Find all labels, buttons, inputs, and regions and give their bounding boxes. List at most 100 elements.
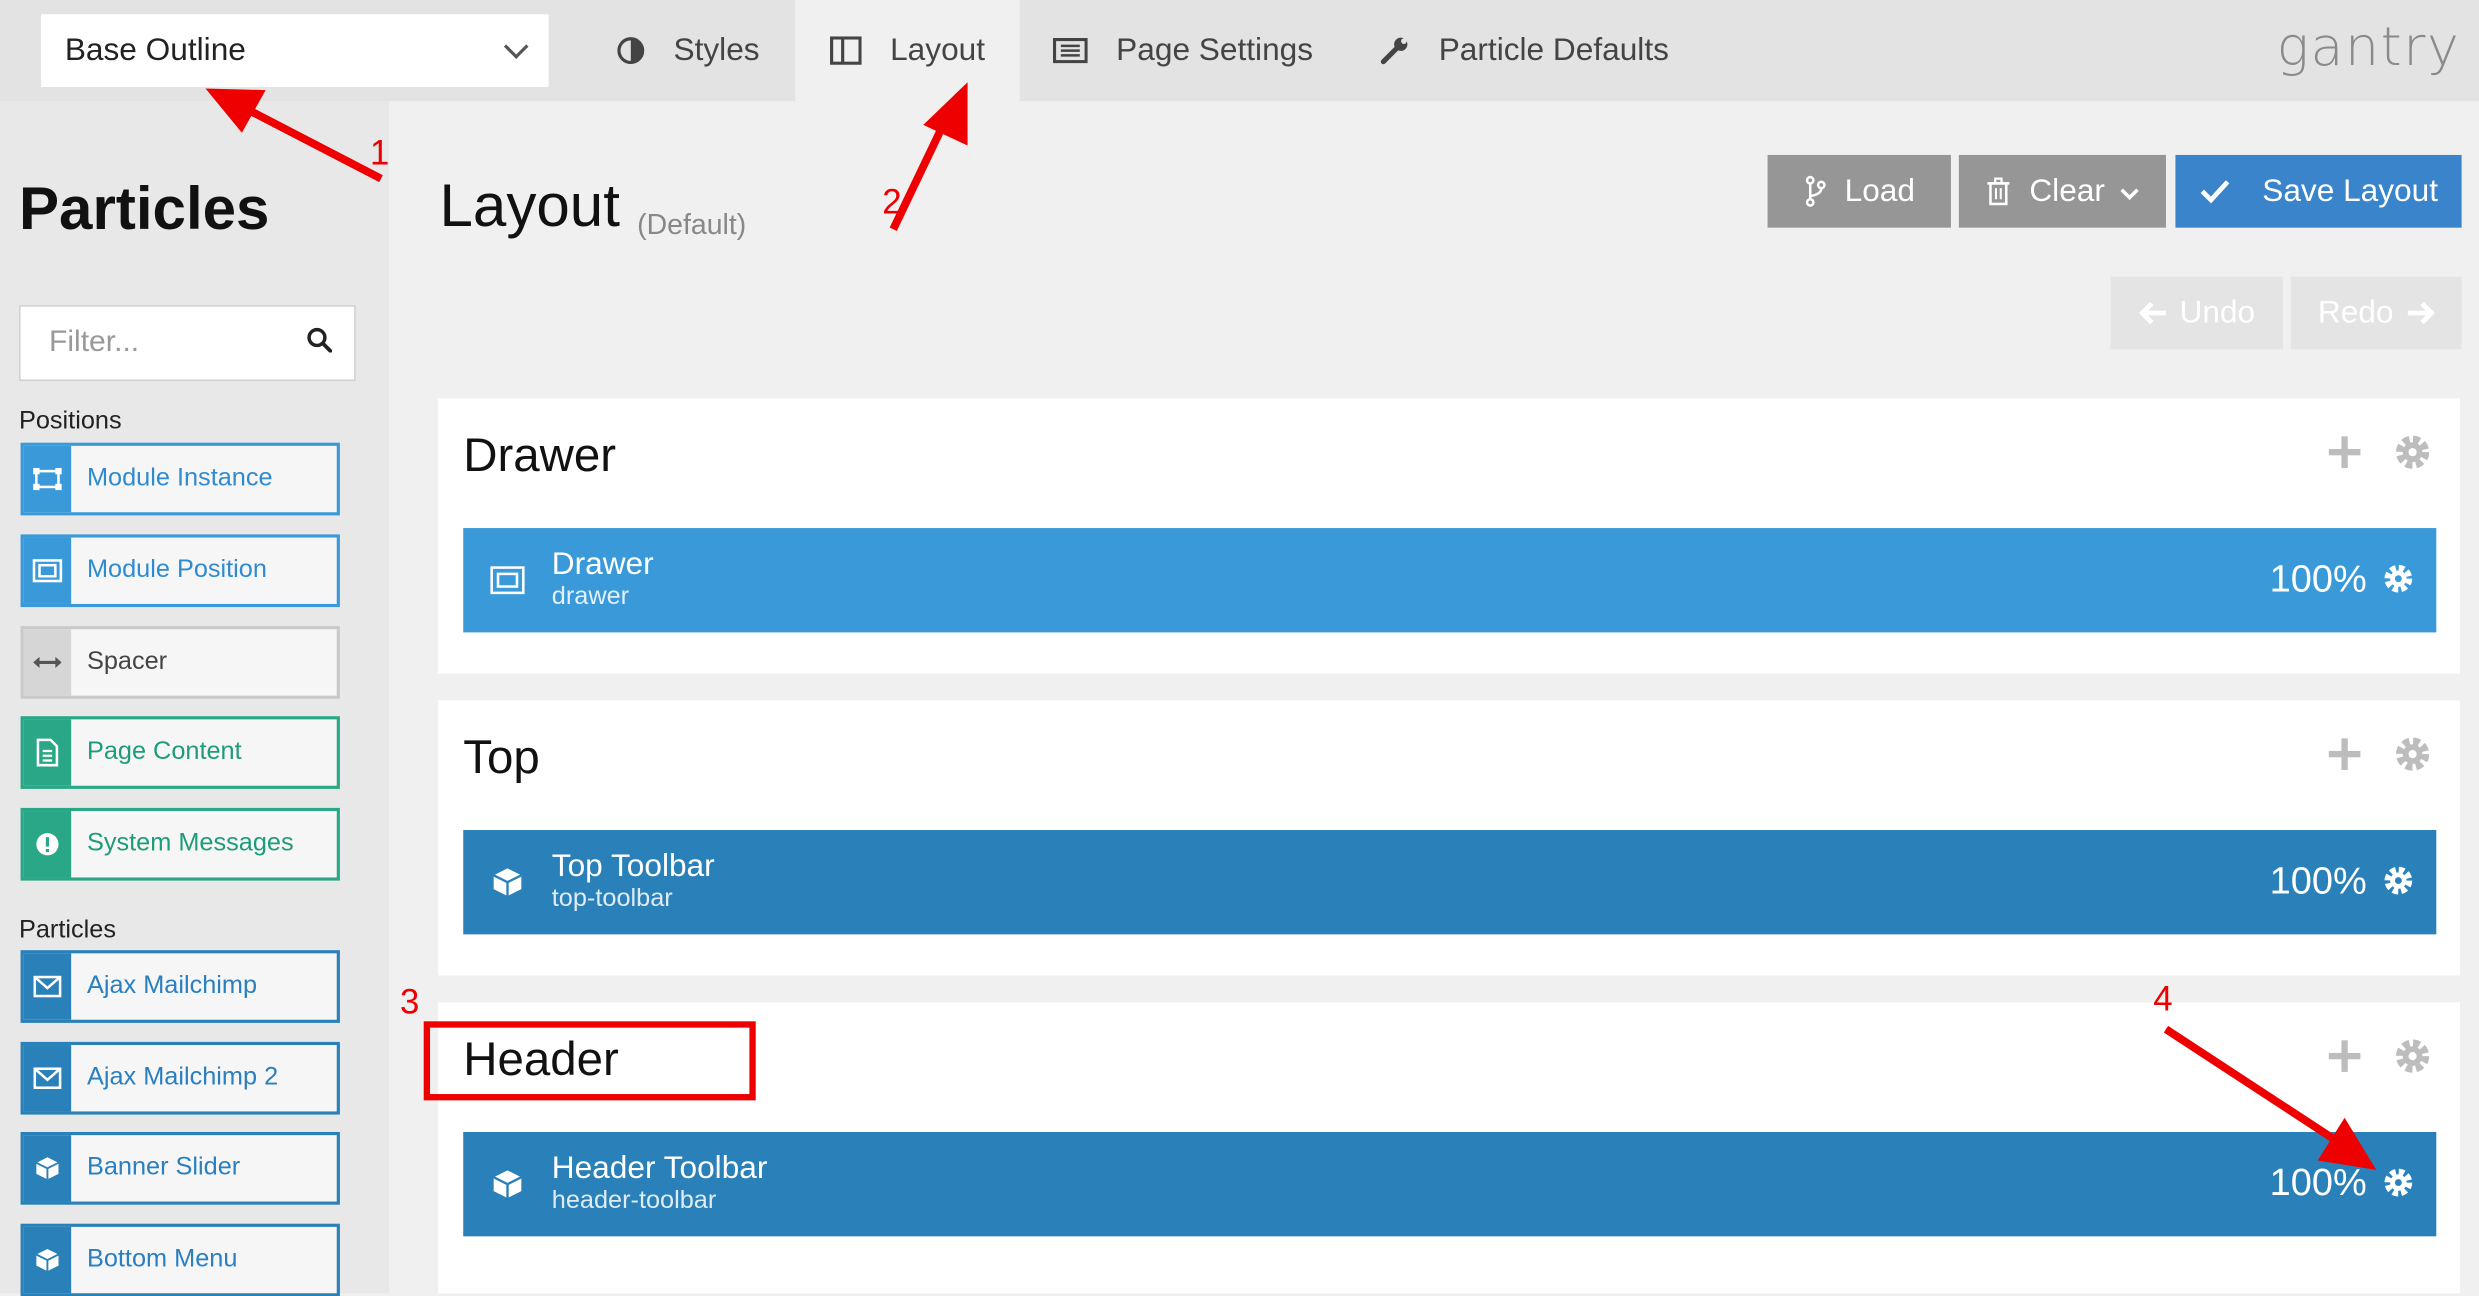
gear-icon[interactable] [2383, 563, 2415, 603]
particle-label: Spacer [86, 648, 168, 676]
gantry-logo: gantry [2276, 15, 2461, 80]
gear-icon[interactable] [2394, 735, 2432, 781]
particle-width-percent: 100% [2269, 558, 2367, 601]
annotation-number: 3 [399, 981, 420, 1022]
particle-spacer[interactable]: Spacer [20, 626, 340, 699]
particle-bar-top-toolbar[interactable]: Top Toolbar top-toolbar 100% [463, 830, 2437, 935]
chevron-down-icon [503, 33, 529, 59]
annotation-number: 4 [2153, 978, 2173, 1019]
particle-label: Bottom Menu [86, 1245, 238, 1273]
list-icon [1052, 37, 1088, 64]
plus-icon[interactable] [2327, 737, 2362, 780]
clear-button-label: Clear [2029, 173, 2105, 208]
particle-module-instance[interactable]: Module Instance [20, 442, 340, 516]
cube-icon [23, 1226, 72, 1294]
particle-key: header-toolbar [551, 1187, 717, 1215]
document-icon [23, 719, 72, 786]
particles-heading: Particles [18, 916, 116, 944]
annotation-number: 2 [882, 181, 902, 222]
page-title: Layout [439, 173, 620, 241]
particle-banner-slider[interactable]: Banner Slider [20, 1131, 340, 1205]
particle-page-content[interactable]: Page Content [20, 716, 340, 789]
gear-icon[interactable] [2383, 865, 2415, 905]
branch-icon [1804, 175, 1826, 207]
module-position-icon [23, 537, 72, 604]
arrow-right-icon [2406, 300, 2435, 325]
particle-bar-text: Top Toolbar top-toolbar [552, 849, 715, 915]
particle-width-percent: 100% [2269, 1162, 2367, 1205]
trash-icon [1985, 177, 2010, 206]
particle-label: Ajax Mailchimp 2 [86, 1064, 279, 1091]
tab-particle-defaults[interactable]: Particle Defaults [1379, 0, 1669, 101]
plus-icon[interactable] [2327, 1039, 2362, 1082]
particle-key: top-toolbar [551, 885, 673, 913]
particle-label: Ajax Mailchimp [86, 972, 258, 1000]
section-title: Drawer [463, 430, 617, 483]
particle-key: drawer [551, 583, 630, 611]
search-icon[interactable] [307, 326, 333, 359]
columns-icon [830, 36, 862, 65]
arrow-left-icon [2138, 300, 2166, 325]
section-drawer: Drawer Drawer drawer 100% [437, 398, 2461, 674]
sidebar-title: Particles [18, 177, 270, 244]
spacer-arrows-icon [23, 629, 72, 696]
tab-styles[interactable]: Styles [617, 0, 760, 101]
save-layout-button[interactable]: Save Layout [2175, 154, 2462, 228]
exclamation-icon [23, 811, 72, 878]
load-button[interactable]: Load [1767, 154, 1951, 228]
top-navigation-bar: Base Outline Styles Layout Page Settings [0, 0, 2479, 102]
cube-icon [463, 1168, 552, 1200]
tab-page-settings[interactable]: Page Settings [1052, 0, 1314, 101]
gear-icon[interactable] [2383, 1167, 2415, 1207]
filter-box [18, 305, 356, 382]
particles-sidebar: Particles Positions Module Instance Modu… [0, 101, 389, 1296]
particle-system-messages[interactable]: System Messages [20, 807, 340, 881]
tab-layout[interactable]: Layout [795, 0, 1020, 102]
gear-icon[interactable] [2394, 433, 2432, 479]
undo-button[interactable]: Undo [2110, 276, 2283, 350]
particle-width-percent: 100% [2269, 860, 2367, 903]
particle-bar-text: Header Toolbar header-toolbar [552, 1151, 768, 1217]
tab-page-settings-label: Page Settings [1116, 32, 1314, 68]
stage: Base Outline Styles Layout Page Settings [0, 0, 2479, 1296]
particle-name: Header Toolbar [551, 1150, 768, 1186]
particle-label: Page Content [86, 738, 242, 766]
undo-button-label: Undo [2179, 294, 2256, 330]
particle-label: Module Position [86, 556, 267, 584]
envelope-icon [23, 953, 72, 1020]
tab-particle-defaults-label: Particle Defaults [1438, 32, 1669, 68]
cube-icon [463, 866, 552, 898]
particle-ajax-mailchimp[interactable]: Ajax Mailchimp [20, 950, 340, 1023]
redo-button-label: Redo [2317, 294, 2394, 330]
section-top: Top Top Toolbar top-toolbar 100% [437, 700, 2461, 976]
tab-styles-label: Styles [673, 32, 760, 68]
outline-select-value: Base Outline [64, 32, 246, 68]
particle-bar-text: Drawer drawer [552, 547, 654, 613]
annotation-number: 1 [369, 132, 390, 173]
particle-label: Module Instance [86, 464, 273, 492]
particle-label: System Messages [86, 830, 294, 857]
chevron-down-icon [2121, 173, 2140, 209]
particle-label: Banner Slider [86, 1154, 241, 1181]
particle-bar-header-toolbar[interactable]: Header Toolbar header-toolbar 100% [463, 1131, 2437, 1237]
cube-icon [23, 1135, 72, 1202]
plus-icon[interactable] [2327, 435, 2362, 478]
page-subtitle: (Default) [637, 208, 747, 241]
particle-module-position[interactable]: Module Position [20, 534, 340, 608]
particle-bar-drawer[interactable]: Drawer drawer 100% [463, 528, 2437, 633]
particle-name: Top Toolbar [551, 848, 715, 884]
section-tools [2327, 433, 2431, 479]
particle-name: Drawer [551, 547, 654, 582]
outline-select-dropdown[interactable]: Base Outline [41, 14, 549, 87]
gear-icon[interactable] [2394, 1037, 2432, 1083]
filter-input[interactable] [45, 324, 290, 363]
section-tools [2327, 1037, 2431, 1083]
clear-button[interactable]: Clear [1958, 154, 2166, 228]
particle-bottom-menu[interactable]: Bottom Menu [20, 1223, 340, 1296]
wrench-icon [1379, 35, 1411, 67]
envelope-icon [23, 1045, 72, 1112]
load-button-label: Load [1844, 173, 1915, 208]
particle-ajax-mailchimp-2[interactable]: Ajax Mailchimp 2 [20, 1041, 340, 1115]
annotation-highlight-box [423, 1021, 756, 1101]
redo-button[interactable]: Redo [2290, 276, 2462, 350]
